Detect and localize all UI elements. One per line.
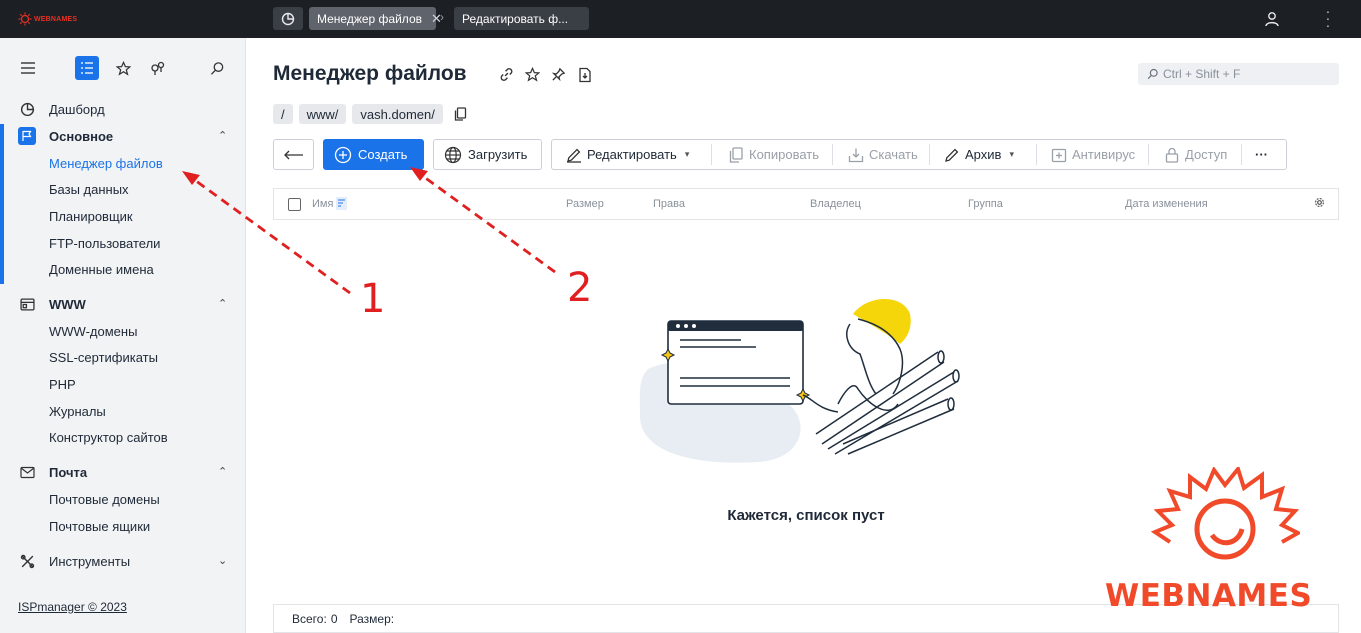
webnames-brand-text: WEBNAMES [1105,578,1313,614]
annotation-number-1: 1 [360,276,386,322]
webnames-sun-logo [1150,467,1300,560]
annotation-number-2: 2 [567,265,593,311]
